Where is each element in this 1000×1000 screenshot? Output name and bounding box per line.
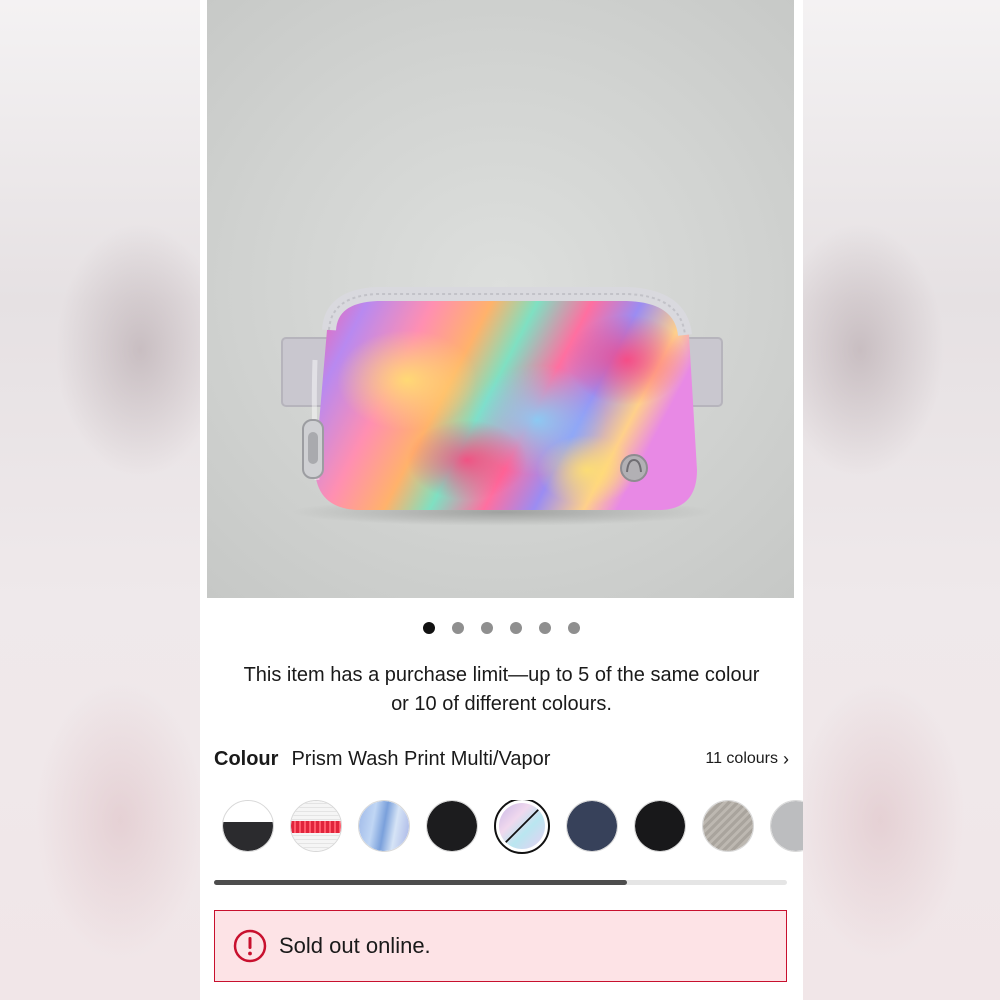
swatch-black[interactable] bbox=[426, 800, 478, 852]
swatch-white-black[interactable] bbox=[222, 800, 274, 852]
chevron-right-icon: › bbox=[783, 749, 789, 769]
purchase-limit-line-1: This item has a purchase limit—up to 5 o… bbox=[243, 664, 760, 686]
all-colours-link[interactable]: 11 colours › bbox=[705, 750, 789, 768]
backdrop-left bbox=[0, 0, 200, 1000]
colour-label: Colour bbox=[214, 747, 279, 770]
product-page: This item has a purchase limit—up to 5 o… bbox=[200, 0, 803, 1000]
product-image[interactable] bbox=[207, 0, 794, 598]
alert-circle-icon bbox=[233, 929, 267, 963]
swatch-black-2[interactable] bbox=[634, 800, 686, 852]
carousel-dot[interactable] bbox=[510, 622, 522, 634]
swatch-prism-wash-selected[interactable] bbox=[494, 800, 550, 854]
colour-count-label: 11 colours bbox=[705, 750, 778, 767]
carousel-dot[interactable] bbox=[568, 622, 580, 634]
sold-out-slash-icon bbox=[504, 808, 540, 844]
swatch-scrollbar[interactable] bbox=[214, 880, 787, 885]
swatch-scroll-thumb[interactable] bbox=[214, 880, 627, 885]
belt-bag-illustration bbox=[281, 287, 723, 526]
swatch-iridescent-blue[interactable] bbox=[358, 800, 410, 852]
purchase-limit-notice: This item has a purchase limit—up to 5 o… bbox=[210, 661, 793, 719]
sold-out-message: Sold out online. bbox=[279, 933, 431, 958]
selected-colour-name: Prism Wash Print Multi/Vapor bbox=[291, 747, 551, 770]
carousel-dot[interactable] bbox=[539, 622, 551, 634]
swatch-white-red-stripe[interactable] bbox=[290, 800, 342, 852]
backdrop-right bbox=[800, 0, 1000, 1000]
swatch-grey-texture[interactable] bbox=[702, 800, 754, 852]
sold-out-alert: Sold out online. bbox=[214, 910, 787, 982]
image-carousel-dots bbox=[200, 622, 803, 634]
carousel-dot[interactable] bbox=[452, 622, 464, 634]
colour-swatch-list bbox=[222, 800, 803, 856]
colour-row: Colour Prism Wash Print Multi/Vapor 11 c… bbox=[214, 745, 789, 773]
carousel-dot[interactable] bbox=[423, 622, 435, 634]
carousel-dot[interactable] bbox=[481, 622, 493, 634]
swatch-light-grey[interactable] bbox=[770, 800, 803, 852]
swatch-navy[interactable] bbox=[566, 800, 618, 852]
purchase-limit-line-2: or 10 of different colours. bbox=[391, 693, 612, 715]
